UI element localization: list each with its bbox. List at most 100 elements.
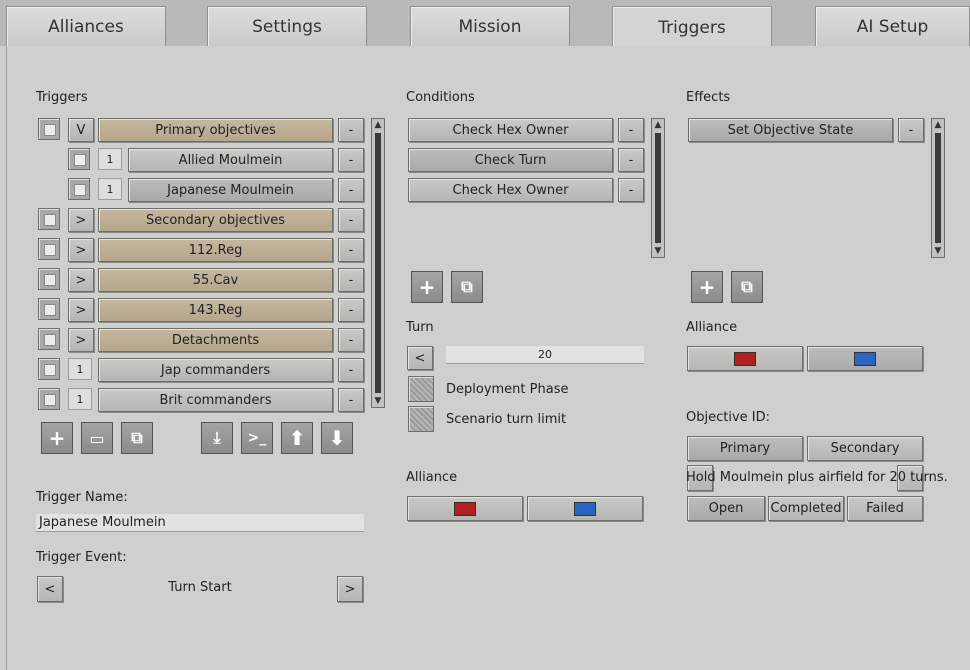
condition-item-button[interactable]: Check Turn — [408, 148, 613, 172]
objective-description: Hold Moulmein plus airfield for 20 turns… — [686, 470, 948, 485]
remove-condition-button[interactable]: - — [618, 118, 644, 142]
trigger-item-button[interactable]: Allied Moulmein — [128, 148, 333, 172]
trigger-item-button[interactable]: 55.Cav — [98, 268, 333, 292]
scroll-down-icon[interactable]: ▼ — [372, 395, 384, 407]
trigger-item-button[interactable]: Detachments — [98, 328, 333, 352]
event-prev-button[interactable]: < — [37, 576, 63, 602]
trigger-checkbox[interactable] — [38, 388, 60, 410]
remove-trigger-button[interactable]: - — [338, 328, 364, 352]
scroll-up-icon[interactable]: ▲ — [372, 119, 384, 131]
effect-alliance-red-button[interactable] — [687, 346, 803, 371]
remove-trigger-button[interactable]: - — [338, 388, 364, 412]
trigger-expand-toggle[interactable]: V — [68, 118, 94, 142]
effect-alliance-blue-button[interactable] — [807, 346, 923, 371]
trigger-name-input[interactable]: Japanese Moulmein — [36, 514, 364, 532]
add-effect-button[interactable]: + — [691, 271, 723, 303]
arrow-up-icon: ⬆ — [288, 426, 306, 450]
objective-id-label: Objective ID: — [686, 410, 770, 425]
tab-triggers[interactable]: Triggers — [612, 6, 772, 48]
scroll-track[interactable] — [655, 133, 661, 243]
turn-limit-checkbox[interactable] — [408, 406, 434, 432]
effect-item-button[interactable]: Set Objective State — [688, 118, 893, 142]
import-button[interactable]: ⤓ — [201, 422, 233, 454]
turn-value-input[interactable]: 20 — [446, 346, 644, 364]
download-icon: ⤓ — [213, 428, 221, 447]
trigger-item-button[interactable]: 112.Reg — [98, 238, 333, 262]
deployment-phase-label: Deployment Phase — [446, 382, 569, 397]
condition-item-button[interactable]: Check Hex Owner — [408, 178, 613, 202]
trigger-item-button[interactable]: Jap commanders — [98, 358, 333, 382]
conditions-header: Conditions — [406, 90, 475, 105]
copy-condition-button[interactable]: ⧉ — [451, 271, 483, 303]
trigger-order-number: 1 — [68, 388, 92, 410]
objective-secondary-button[interactable]: Secondary — [807, 436, 923, 461]
trigger-checkbox[interactable] — [38, 238, 60, 260]
remove-trigger-button[interactable]: - — [338, 208, 364, 232]
turn-prev-button[interactable]: < — [407, 346, 433, 370]
remove-trigger-button[interactable]: - — [338, 238, 364, 262]
scroll-up-icon[interactable]: ▲ — [652, 119, 664, 131]
tab-settings[interactable]: Settings — [207, 6, 367, 46]
trigger-expand-toggle[interactable]: > — [68, 328, 94, 352]
scroll-down-icon[interactable]: ▼ — [932, 245, 944, 257]
remove-trigger-button[interactable]: - — [338, 148, 364, 172]
trigger-expand-toggle[interactable]: > — [68, 238, 94, 262]
trigger-checkbox[interactable] — [38, 298, 60, 320]
trigger-item-button[interactable]: Japanese Moulmein — [128, 178, 333, 202]
folder-icon: ▭ — [89, 428, 105, 448]
trigger-checkbox[interactable] — [38, 208, 60, 230]
remove-trigger-button[interactable]: - — [338, 118, 364, 142]
trigger-event-value: Turn Start — [168, 580, 232, 595]
trigger-item-button[interactable]: Brit commanders — [98, 388, 333, 412]
condition-alliance-blue-button[interactable] — [527, 496, 643, 521]
trigger-checkbox[interactable] — [38, 358, 60, 380]
trigger-checkbox[interactable] — [38, 268, 60, 290]
trigger-checkbox[interactable] — [68, 148, 90, 170]
trigger-checkbox[interactable] — [38, 118, 60, 140]
trigger-item-button[interactable]: 143.Reg — [98, 298, 333, 322]
trigger-item-button[interactable]: Primary objectives — [98, 118, 333, 142]
tab-ai-setup[interactable]: AI Setup — [815, 6, 970, 46]
triggers-scrollbar[interactable]: ▲ ▼ — [371, 118, 385, 408]
scroll-track[interactable] — [935, 133, 941, 243]
triggers-header: Triggers — [36, 90, 88, 105]
remove-trigger-button[interactable]: - — [338, 268, 364, 292]
trigger-checkbox[interactable] — [38, 328, 60, 350]
move-down-button[interactable]: ⬇ — [321, 422, 353, 454]
add-condition-button[interactable]: + — [411, 271, 443, 303]
console-button[interactable]: >_ — [241, 422, 273, 454]
deployment-phase-checkbox[interactable] — [408, 376, 434, 402]
scroll-track[interactable] — [375, 133, 381, 393]
remove-trigger-button[interactable]: - — [338, 298, 364, 322]
trigger-expand-toggle[interactable]: > — [68, 208, 94, 232]
remove-trigger-button[interactable]: - — [338, 358, 364, 382]
add-trigger-button[interactable]: + — [41, 422, 73, 454]
objective-primary-button[interactable]: Primary — [687, 436, 803, 461]
copy-trigger-button[interactable]: ⧉ — [121, 422, 153, 454]
event-next-button[interactable]: > — [337, 576, 363, 602]
plus-icon: + — [418, 275, 436, 299]
condition-item-button[interactable]: Check Hex Owner — [408, 118, 613, 142]
tab-alliances[interactable]: Alliances — [6, 6, 166, 46]
tab-mission[interactable]: Mission — [410, 6, 570, 46]
effects-scrollbar[interactable]: ▲ ▼ — [931, 118, 945, 258]
trigger-item-button[interactable]: Secondary objectives — [98, 208, 333, 232]
remove-condition-button[interactable]: - — [618, 148, 644, 172]
state-completed-button[interactable]: Completed — [768, 496, 844, 521]
trigger-checkbox[interactable] — [68, 178, 90, 200]
add-folder-button[interactable]: ▭ — [81, 422, 113, 454]
trigger-expand-toggle[interactable]: > — [68, 298, 94, 322]
scroll-down-icon[interactable]: ▼ — [652, 245, 664, 257]
conditions-scrollbar[interactable]: ▲ ▼ — [651, 118, 665, 258]
state-open-button[interactable]: Open — [687, 496, 765, 521]
trigger-order-number: 1 — [68, 358, 92, 380]
trigger-expand-toggle[interactable]: > — [68, 268, 94, 292]
condition-alliance-red-button[interactable] — [407, 496, 523, 521]
remove-condition-button[interactable]: - — [618, 178, 644, 202]
copy-effect-button[interactable]: ⧉ — [731, 271, 763, 303]
remove-effect-button[interactable]: - — [898, 118, 924, 142]
move-up-button[interactable]: ⬆ — [281, 422, 313, 454]
state-failed-button[interactable]: Failed — [847, 496, 923, 521]
scroll-up-icon[interactable]: ▲ — [932, 119, 944, 131]
remove-trigger-button[interactable]: - — [338, 178, 364, 202]
